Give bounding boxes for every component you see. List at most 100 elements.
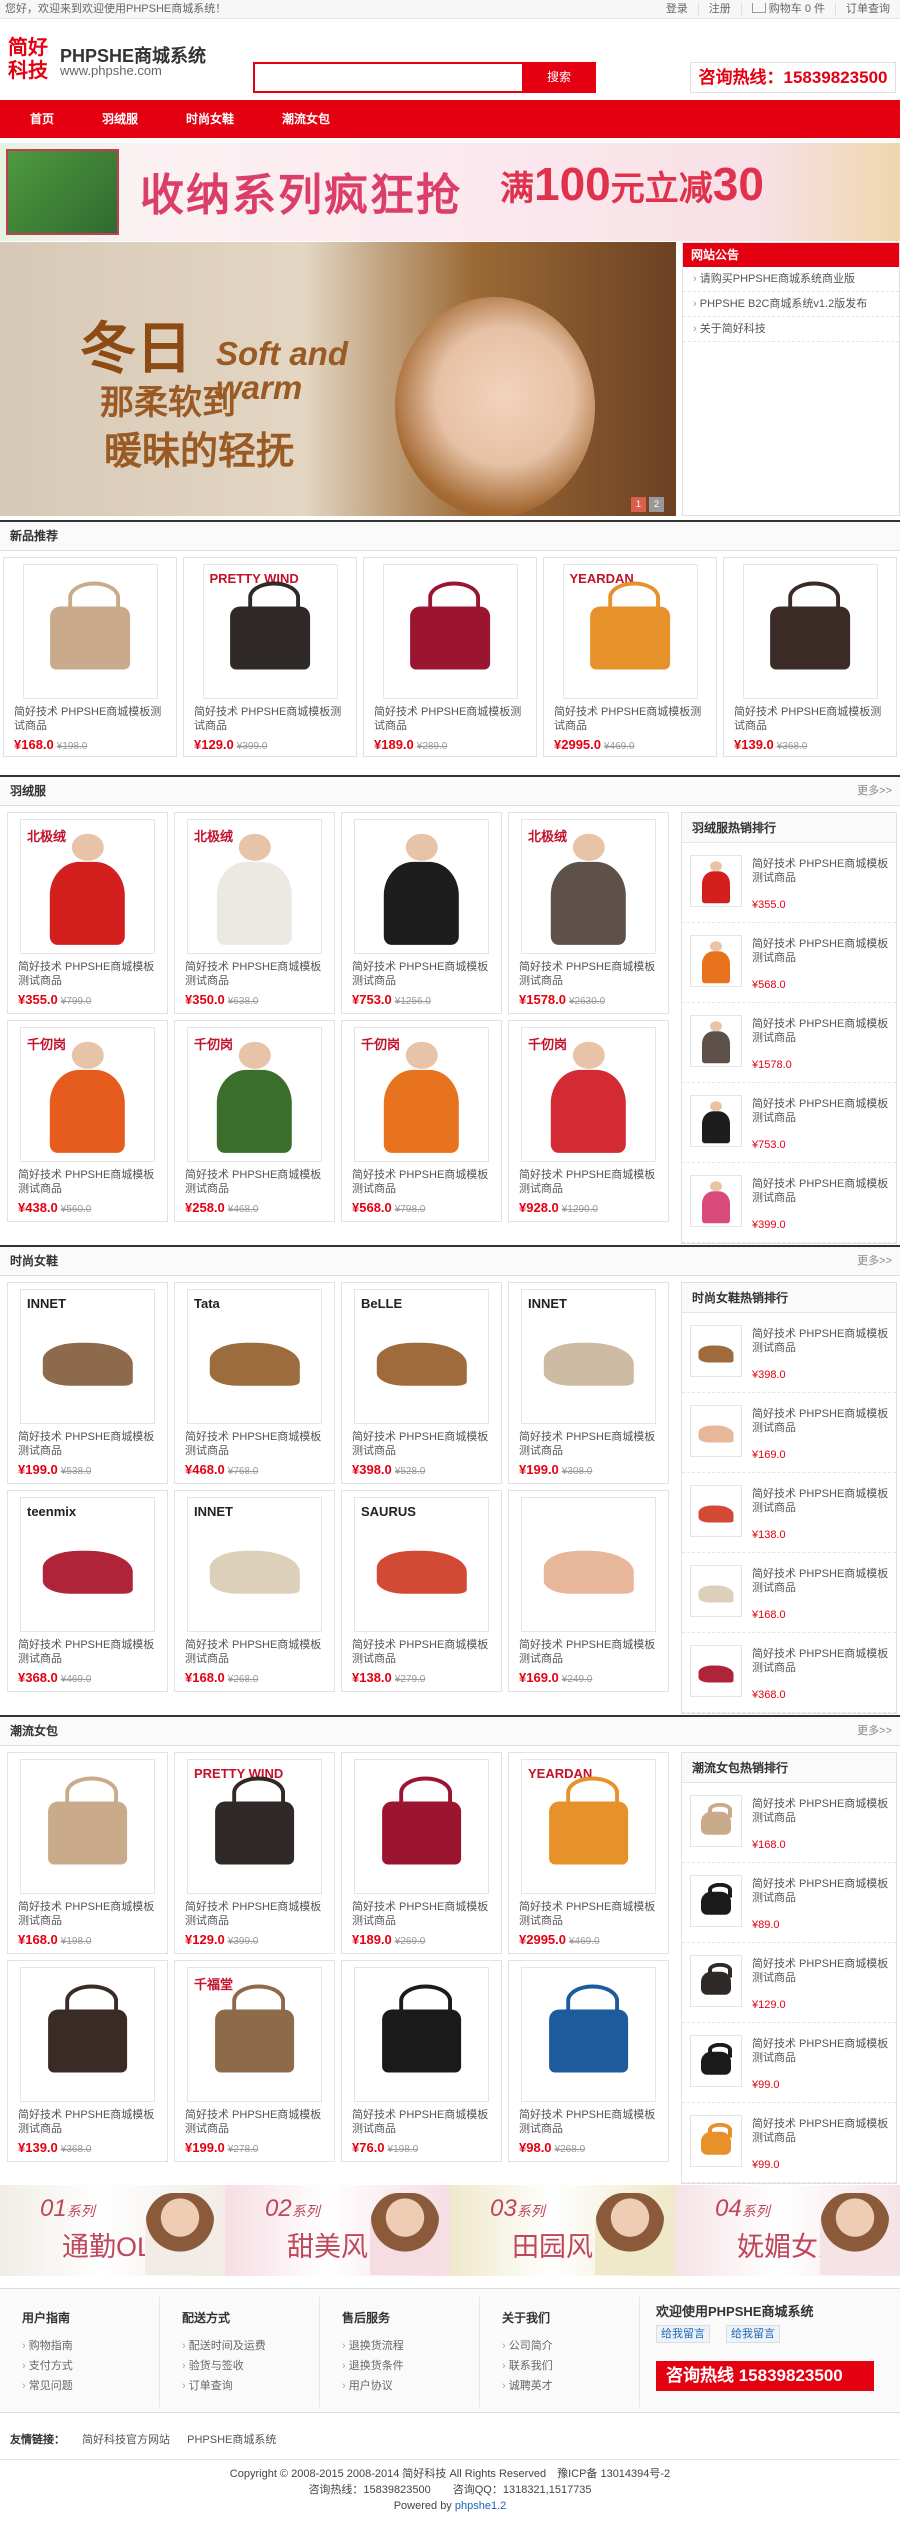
product-name[interactable]: 简好技术 PHPSHE商城模板测试商品 [8,1638,167,1666]
ranking-name[interactable]: 简好技术 PHPSHE商城模板测试商品 [752,1097,892,1125]
product-name[interactable]: 简好技术 PHPSHE商城模板测试商品 [342,1900,501,1928]
product-card[interactable]: BeLLE 简好技术 PHPSHE商城模板测试商品 ¥398.0 ¥528.0 [341,1282,502,1484]
product-card[interactable]: PRETTY WIND 简好技术 PHPSHE商城模板测试商品 ¥129.0 ¥3… [174,1752,335,1954]
product-name[interactable]: 简好技术 PHPSHE商城模板测试商品 [8,960,167,988]
series-banner[interactable]: 02系列 甜美风 [225,2185,450,2276]
product-name[interactable]: 简好技术 PHPSHE商城模板测试商品 [184,705,356,733]
ranking-name[interactable]: 简好技术 PHPSHE商城模板测试商品 [752,2117,892,2145]
ranking-item[interactable]: 简好技术 PHPSHE商城模板测试商品 ¥568.0 [682,923,896,1003]
notice-item[interactable]: 关于简好科技 [683,317,899,342]
product-card[interactable]: 简好技术 PHPSHE商城模板测试商品 ¥98.0 ¥268.0 [508,1960,669,2162]
footer-link[interactable]: 退换货条件 [342,2356,479,2376]
product-name[interactable]: 简好技术 PHPSHE商城模板测试商品 [509,1900,668,1928]
ranking-item[interactable]: 简好技术 PHPSHE商城模板测试商品 ¥138.0 [682,1473,896,1553]
ranking-thumb[interactable] [690,1795,742,1847]
product-name[interactable]: 简好技术 PHPSHE商城模板测试商品 [4,705,176,733]
product-pic[interactable]: SAURUS [354,1497,489,1632]
product-card[interactable]: INNET 简好技术 PHPSHE商城模板测试商品 ¥168.0 ¥268.0 [174,1490,335,1692]
footer-link[interactable]: 诚聘英才 [502,2376,639,2396]
product-name[interactable]: 简好技术 PHPSHE商城模板测试商品 [509,1430,668,1458]
product-name[interactable]: 简好技术 PHPSHE商城模板测试商品 [342,1638,501,1666]
product-name[interactable]: 简好技术 PHPSHE商城模板测试商品 [509,2108,668,2136]
ranking-item[interactable]: 简好技术 PHPSHE商城模板测试商品 ¥1578.0 [682,1003,896,1083]
product-pic[interactable] [742,564,878,699]
nav-shoes[interactable]: 时尚女鞋 [168,100,264,138]
product-name[interactable]: 简好技术 PHPSHE商城模板测试商品 [724,705,896,733]
product-card[interactable]: 北极绒 简好技术 PHPSHE商城模板测试商品 ¥1578.0 ¥2630.0 [508,812,669,1014]
product-pic[interactable]: 北极绒 [521,819,656,954]
product-name[interactable]: 简好技术 PHPSHE商城模板测试商品 [342,960,501,988]
ranking-name[interactable]: 简好技术 PHPSHE商城模板测试商品 [752,857,892,885]
ranking-thumb[interactable] [690,1015,742,1067]
product-name[interactable]: 简好技术 PHPSHE商城模板测试商品 [175,1168,334,1196]
product-pic[interactable]: 千福堂 [187,1967,322,2102]
ranking-thumb[interactable] [690,1325,742,1377]
series-banner[interactable]: 03系列 田园风 [450,2185,675,2276]
friend-link[interactable]: 简好科技官方网站 [82,2434,170,2446]
footer-link[interactable]: 购物指南 [22,2336,159,2356]
more-link[interactable]: 更多>> [857,777,892,806]
product-name[interactable]: 简好技术 PHPSHE商城模板测试商品 [509,1638,668,1666]
footer-link[interactable]: 订单查询 [182,2376,319,2396]
nav-down[interactable]: 羽绒服 [84,100,168,138]
product-card[interactable]: 简好技术 PHPSHE商城模板测试商品 ¥753.0 ¥1256.0 [341,812,502,1014]
ranking-name[interactable]: 简好技术 PHPSHE商城模板测试商品 [752,1487,892,1515]
product-name[interactable]: 简好技术 PHPSHE商城模板测试商品 [8,1430,167,1458]
ranking-name[interactable]: 简好技术 PHPSHE商城模板测试商品 [752,1797,892,1825]
qq-message-button[interactable]: 给我留言 [726,2325,780,2343]
search-button[interactable]: 搜索 [522,62,596,93]
product-pic[interactable] [22,564,158,699]
ranking-thumb[interactable] [690,935,742,987]
product-card[interactable]: PRETTY WIND 简好技术 PHPSHE商城模板测试商品 ¥129.0 ¥3… [183,557,357,757]
product-card[interactable]: 简好技术 PHPSHE商城模板测试商品 ¥169.0 ¥249.0 [508,1490,669,1692]
ranking-item[interactable]: 简好技术 PHPSHE商城模板测试商品 ¥399.0 [682,1163,896,1243]
product-name[interactable]: 简好技术 PHPSHE商城模板测试商品 [364,705,536,733]
product-card[interactable]: INNET 简好技术 PHPSHE商城模板测试商品 ¥199.0 ¥308.0 [508,1282,669,1484]
product-pic[interactable]: 千仞岗 [354,1027,489,1162]
product-pic[interactable]: INNET [521,1289,656,1424]
product-card[interactable]: 千仞岗 简好技术 PHPSHE商城模板测试商品 ¥568.0 ¥798.0 [341,1020,502,1222]
footer-link[interactable]: 联系我们 [502,2356,639,2376]
product-card[interactable]: INNET 简好技术 PHPSHE商城模板测试商品 ¥199.0 ¥538.0 [7,1282,168,1484]
ranking-item[interactable]: 简好技术 PHPSHE商城模板测试商品 ¥368.0 [682,1633,896,1713]
ranking-name[interactable]: 简好技术 PHPSHE商城模板测试商品 [752,937,892,965]
product-card[interactable]: 简好技术 PHPSHE商城模板测试商品 ¥168.0 ¥198.0 [7,1752,168,1954]
product-name[interactable]: 简好技术 PHPSHE商城模板测试商品 [175,1638,334,1666]
product-name[interactable]: 简好技术 PHPSHE商城模板测试商品 [342,1430,501,1458]
ranking-item[interactable]: 简好技术 PHPSHE商城模板测试商品 ¥89.0 [682,1863,896,1943]
more-link[interactable]: 更多>> [857,1717,892,1746]
product-pic[interactable]: 千仞岗 [187,1027,322,1162]
register-link[interactable]: 注册 [697,3,741,15]
footer-link[interactable]: 公司简介 [502,2336,639,2356]
footer-link[interactable]: 配送时间及运费 [182,2336,319,2356]
product-pic[interactable]: 北极绒 [20,819,155,954]
product-pic[interactable]: 北极绒 [187,819,322,954]
ranking-name[interactable]: 简好技术 PHPSHE商城模板测试商品 [752,1877,892,1905]
product-pic[interactable]: INNET [20,1289,155,1424]
product-card[interactable]: YEARDAN 简好技术 PHPSHE商城模板测试商品 ¥2995.0 ¥469.… [508,1752,669,1954]
product-name[interactable]: 简好技术 PHPSHE商城模板测试商品 [175,1430,334,1458]
product-name[interactable]: 简好技术 PHPSHE商城模板测试商品 [8,1168,167,1196]
ranking-item[interactable]: 简好技术 PHPSHE商城模板测试商品 ¥129.0 [682,1943,896,2023]
product-card[interactable]: 简好技术 PHPSHE商城模板测试商品 ¥189.0 ¥289.0 [363,557,537,757]
product-name[interactable]: 简好技术 PHPSHE商城模板测试商品 [8,2108,167,2136]
product-card[interactable]: 简好技术 PHPSHE商城模板测试商品 ¥189.0 ¥269.0 [341,1752,502,1954]
slider-dot[interactable]: 2 [649,497,664,512]
ranking-item[interactable]: 简好技术 PHPSHE商城模板测试商品 ¥99.0 [682,2103,896,2183]
product-pic[interactable] [354,1967,489,2102]
ranking-thumb[interactable] [690,1095,742,1147]
product-pic[interactable]: YEARDAN [521,1759,656,1894]
ranking-thumb[interactable] [690,1565,742,1617]
product-pic[interactable]: 千仞岗 [521,1027,656,1162]
footer-link[interactable]: 用户协议 [342,2376,479,2396]
qq-message-button[interactable]: 给我留言 [656,2325,710,2343]
product-card[interactable]: 北极绒 简好技术 PHPSHE商城模板测试商品 ¥350.0 ¥638.0 [174,812,335,1014]
series-banner[interactable]: 01系列 通勤OL [0,2185,225,2276]
ranking-thumb[interactable] [690,1175,742,1227]
series-banner[interactable]: 04系列 妩媚女人 [675,2185,900,2276]
ranking-thumb[interactable] [690,1875,742,1927]
storage-promo-banner[interactable]: 收纳系列疯狂抢 满100元立减30 [0,143,900,241]
powered-link[interactable]: phpshe1.2 [455,2500,506,2512]
nav-bags[interactable]: 潮流女包 [264,100,360,138]
ranking-item[interactable]: 简好技术 PHPSHE商城模板测试商品 ¥169.0 [682,1393,896,1473]
